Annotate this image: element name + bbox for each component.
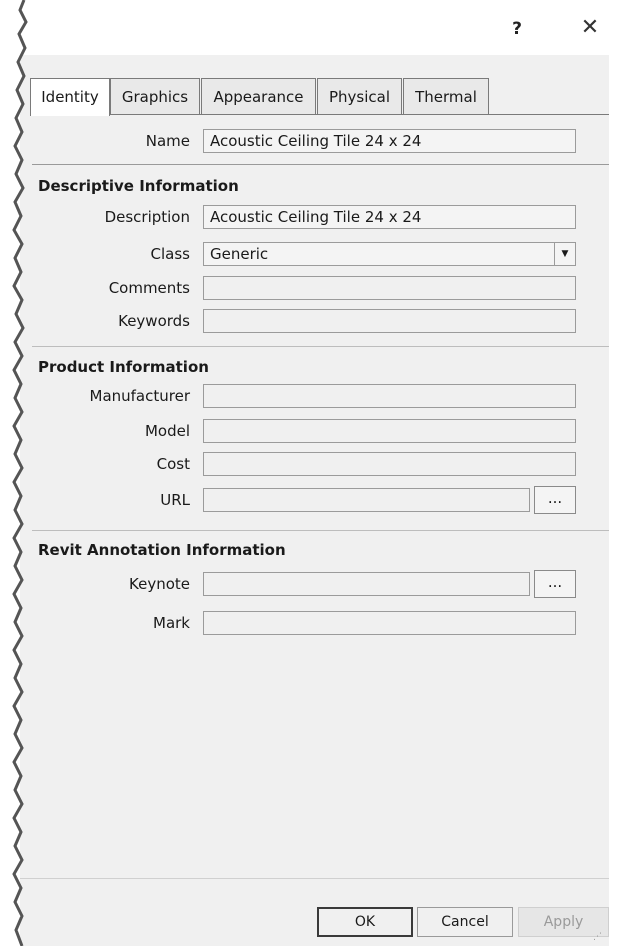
separator xyxy=(32,346,609,347)
class-select[interactable]: Generic ▼ xyxy=(203,242,576,266)
cost-label: Cost xyxy=(156,455,190,473)
description-field[interactable]: Acoustic Ceiling Tile 24 x 24 xyxy=(203,205,576,229)
keywords-field[interactable] xyxy=(203,309,576,333)
cost-field[interactable] xyxy=(203,452,576,476)
tab-thermal[interactable]: Thermal xyxy=(403,78,489,115)
url-field[interactable] xyxy=(203,488,530,512)
separator xyxy=(32,164,609,165)
manufacturer-label: Manufacturer xyxy=(89,387,191,405)
separator xyxy=(32,530,609,531)
tab-appearance[interactable]: Appearance xyxy=(201,78,316,115)
resize-grip-icon[interactable]: ⋰ xyxy=(593,932,603,942)
torn-edge-decoration xyxy=(0,0,28,946)
tab-underline xyxy=(32,114,609,115)
url-label: URL xyxy=(160,491,190,509)
tab-identity[interactable]: Identity xyxy=(30,78,110,116)
keynote-label: Keynote xyxy=(129,575,190,593)
tab-physical[interactable]: Physical xyxy=(317,78,402,115)
mark-field[interactable] xyxy=(203,611,576,635)
close-icon[interactable]: ✕ xyxy=(577,14,603,42)
section-descriptive-title: Descriptive Information xyxy=(38,177,239,195)
model-field[interactable] xyxy=(203,419,576,443)
ok-button[interactable]: OK xyxy=(317,907,413,937)
name-field[interactable]: Acoustic Ceiling Tile 24 x 24 xyxy=(203,129,576,153)
class-value: Generic xyxy=(210,245,269,263)
help-button[interactable]: ? xyxy=(506,16,528,42)
keynote-field[interactable] xyxy=(203,572,530,596)
manufacturer-field[interactable] xyxy=(203,384,576,408)
keywords-label: Keywords xyxy=(118,312,190,330)
mark-label: Mark xyxy=(153,614,190,632)
keynote-browse-button[interactable]: ... xyxy=(534,570,576,598)
section-revit-title: Revit Annotation Information xyxy=(38,541,286,559)
section-product-title: Product Information xyxy=(38,358,209,376)
url-browse-button[interactable]: ... xyxy=(534,486,576,514)
description-label: Description xyxy=(104,208,190,226)
comments-label: Comments xyxy=(108,279,190,297)
material-identity-dialog: ? ✕ Identity Graphics Appearance Physica… xyxy=(20,0,619,946)
titlebar: ? ✕ xyxy=(20,0,619,55)
name-label: Name xyxy=(145,132,190,150)
model-label: Model xyxy=(144,422,190,440)
comments-field[interactable] xyxy=(203,276,576,300)
chevron-down-icon[interactable]: ▼ xyxy=(554,243,575,265)
cancel-button[interactable]: Cancel xyxy=(417,907,513,937)
dialog-footer: OK Cancel Apply ⋰ xyxy=(20,879,609,946)
class-label: Class xyxy=(150,245,190,263)
tab-graphics[interactable]: Graphics xyxy=(110,78,200,115)
